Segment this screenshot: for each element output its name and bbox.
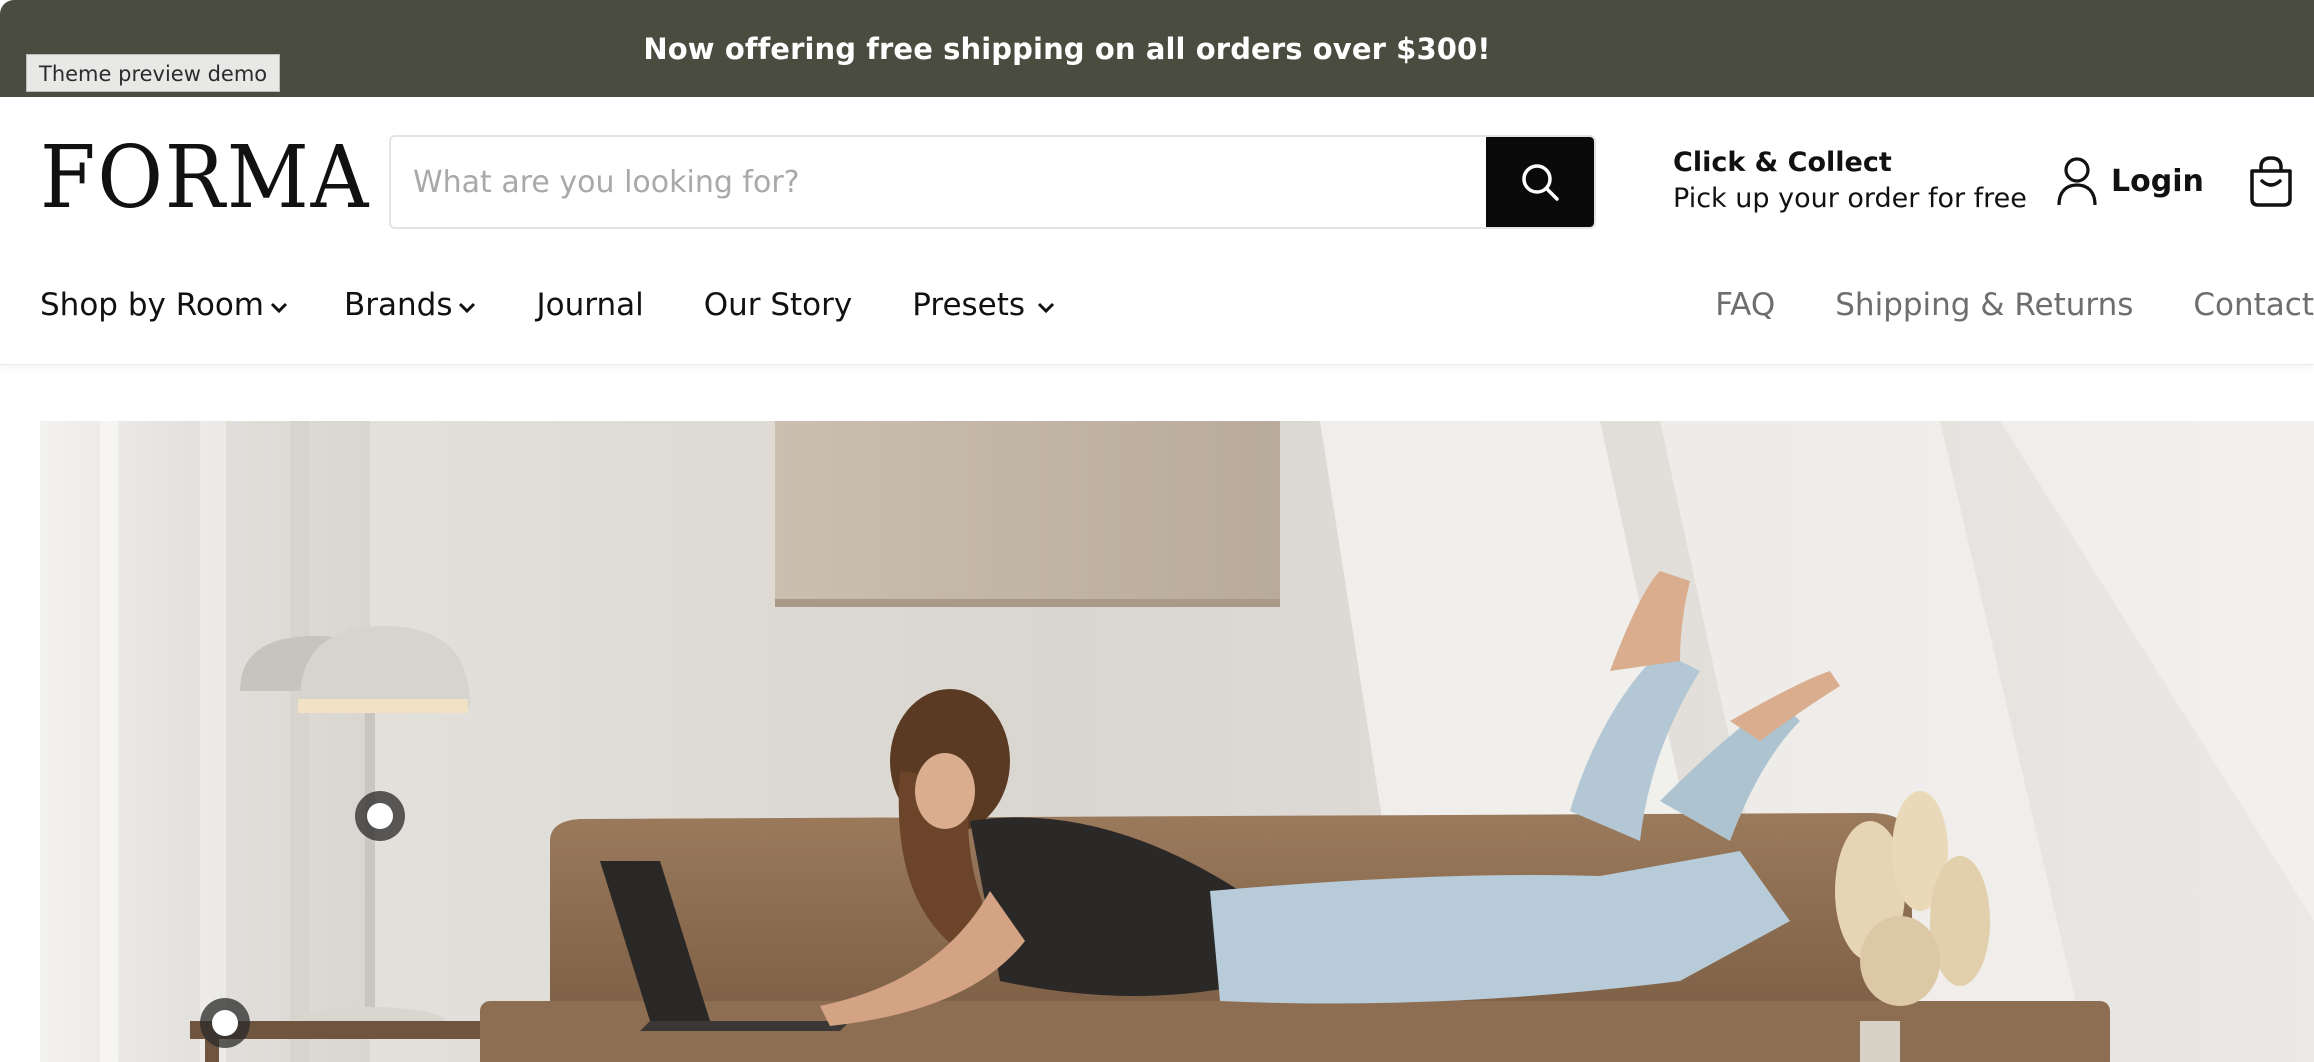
main-nav: Shop by Room Brands Journal Our Story Pr… [40,287,1115,323]
search-input[interactable] [391,137,1486,227]
announcement-bar: Now offering free shipping on all orders… [0,0,2314,97]
nav-label: Presets [912,287,1026,323]
shopping-bag-icon [2250,156,2292,207]
nav-journal[interactable]: Journal [536,287,643,323]
logo[interactable]: FORMA [40,135,370,221]
click-collect-title: Click & Collect [1673,147,1892,178]
nav-label: Shop by Room [40,287,264,323]
nav-contact[interactable]: Contact [2193,287,2314,323]
click-collect[interactable]: Click & Collect Pick up your order for f… [1673,145,2027,217]
user-icon [2057,157,2097,206]
hero-illustration [40,421,2314,1062]
search-button[interactable] [1486,137,1594,227]
search-icon [1522,164,1559,201]
chevron-down-icon [459,302,476,314]
site-header: FORMA Click & Collect Pick up your order… [0,97,2314,365]
nav-shipping-returns[interactable]: Shipping & Returns [1835,287,2133,323]
nav-label: Journal [536,287,644,323]
theme-preview-badge[interactable]: Theme preview demo [26,54,281,92]
chevron-down-icon [1038,302,1055,314]
announcement-text: Now offering free shipping on all orders… [643,31,1491,66]
chevron-down-icon [270,302,288,314]
cart-button[interactable] [2246,155,2296,212]
nav-brands[interactable]: Brands [344,287,477,323]
login-label: Login [2111,163,2204,199]
click-collect-subtitle: Pick up your order for free [1673,183,2027,214]
nav-faq[interactable]: FAQ [1715,287,1775,323]
side-table-hotspot[interactable] [200,998,250,1048]
nav-shop-by-room[interactable]: Shop by Room [40,287,288,323]
login-link[interactable]: Login [2055,155,2204,207]
hero-image [40,421,2314,1062]
nav-our-story[interactable]: Our Story [704,287,853,323]
lamp-hotspot[interactable] [355,791,405,841]
nav-label: Our Story [703,287,853,323]
nav-label: Brands [343,287,453,323]
secondary-nav: FAQ Shipping & Returns Contact [1655,287,2314,323]
nav-presets[interactable]: Presets [912,287,1055,323]
search-bar [389,135,1596,229]
